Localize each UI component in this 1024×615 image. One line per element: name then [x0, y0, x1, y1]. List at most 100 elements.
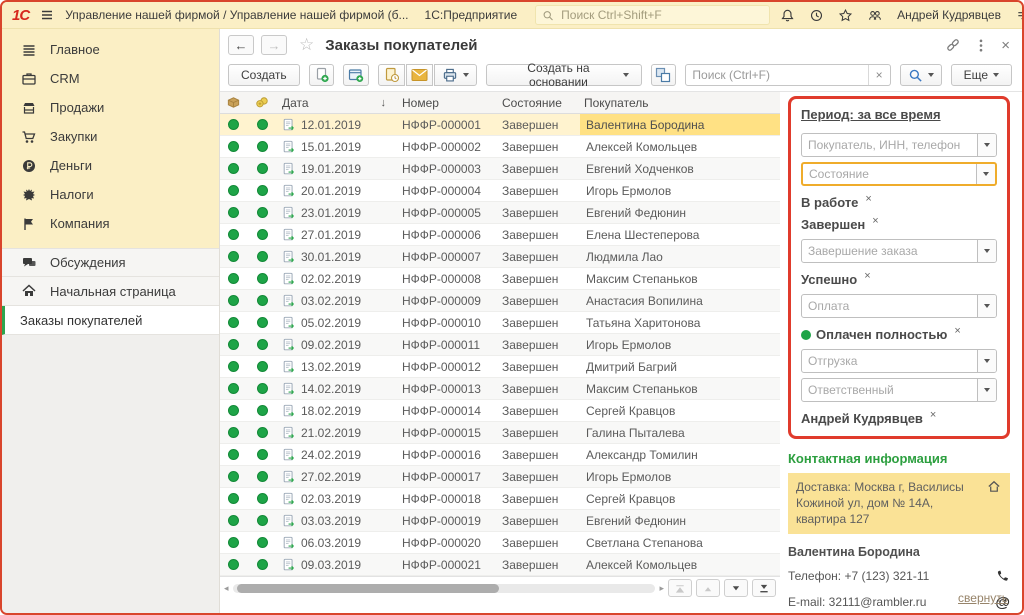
favorite-star-icon[interactable]: ☆: [299, 35, 314, 55]
scrollbar-thumb[interactable]: [237, 584, 499, 593]
favorites-star-icon[interactable]: [838, 8, 853, 23]
global-search-field[interactable]: [535, 5, 770, 25]
go-to-end-button[interactable]: [752, 579, 776, 597]
table-row[interactable]: 27.02.2019 НФФР-000017 Завершен Игорь Ер…: [220, 466, 780, 488]
row-state: Завершен: [498, 426, 580, 440]
dropdown-caret-icon: [984, 143, 990, 147]
send-email-button[interactable]: [406, 64, 433, 86]
new-window-button[interactable]: [343, 64, 369, 86]
phone-icon[interactable]: [995, 569, 1010, 584]
back-button[interactable]: ←: [228, 35, 254, 55]
sidebar-item-dengi[interactable]: Деньги: [2, 151, 219, 180]
collapse-link[interactable]: свернуть: [958, 591, 1008, 605]
clear-search-icon[interactable]: ×: [868, 65, 890, 85]
sidebar-item-customer-orders[interactable]: Заказы покупателей: [2, 306, 219, 335]
filter-tag-finished: Завершен ×: [801, 217, 997, 232]
shipment-dropdown-button[interactable]: [977, 350, 996, 372]
sidebar-item-glavnoe[interactable]: Главное: [2, 35, 219, 64]
sidebar-item-prodazhi[interactable]: Продажи: [2, 93, 219, 122]
table-row[interactable]: 03.03.2019 НФФР-000019 Завершен Евгений …: [220, 510, 780, 532]
list-search-input[interactable]: [686, 68, 867, 82]
more-dots-icon[interactable]: [979, 38, 983, 53]
table-row[interactable]: 14.02.2019 НФФР-000013 Завершен Максим С…: [220, 378, 780, 400]
state-column-header[interactable]: Состояние: [498, 96, 580, 110]
service-settings-icon[interactable]: [1015, 8, 1024, 23]
sidebar-item-nalogi[interactable]: Налоги: [2, 180, 219, 209]
responsible-dropdown-button[interactable]: [977, 379, 996, 401]
horizontal-scrollbar[interactable]: [233, 584, 656, 593]
history-icon[interactable]: [809, 8, 824, 23]
sidebar-item-home-page[interactable]: Начальная страница: [2, 277, 219, 306]
print-button[interactable]: [434, 64, 477, 86]
table-row[interactable]: 03.02.2019 НФФР-000009 Завершен Анастаси…: [220, 290, 780, 312]
global-search-input[interactable]: [559, 7, 763, 23]
table-row[interactable]: 19.01.2019 НФФР-000003 Завершен Евгений …: [220, 158, 780, 180]
get-link-icon[interactable]: [945, 37, 961, 53]
create-based-on-button[interactable]: Создать на основании: [486, 64, 641, 86]
payment-filter-input[interactable]: [802, 295, 977, 317]
delivery-address-box[interactable]: Доставка: Москва г, Василисы Кожиной ул,…: [788, 473, 1010, 534]
customer-dropdown-button[interactable]: [977, 134, 996, 156]
shipment-filter-input[interactable]: [802, 350, 977, 372]
payment-status-dot: [246, 361, 278, 372]
related-documents-button[interactable]: [651, 64, 677, 86]
responsible-filter-input[interactable]: [802, 379, 977, 401]
table-row[interactable]: 23.01.2019 НФФР-000005 Завершен Евгений …: [220, 202, 780, 224]
close-form-icon[interactable]: ×: [1001, 37, 1010, 54]
table-row[interactable]: 09.03.2019 НФФР-000021 Завершен Алексей …: [220, 554, 780, 576]
current-user-name[interactable]: Андрей Кудрявцев: [897, 8, 1001, 22]
sidebar-item-discussions[interactable]: Обсуждения: [2, 248, 219, 277]
table-row[interactable]: 06.03.2019 НФФР-000020 Завершен Светлана…: [220, 532, 780, 554]
scroll-left-icon[interactable]: ◂: [224, 583, 229, 594]
copy-create-button[interactable]: [309, 64, 335, 86]
table-row[interactable]: 27.01.2019 НФФР-000006 Завершен Елена Ше…: [220, 224, 780, 246]
table-row[interactable]: 09.02.2019 НФФР-000011 Завершен Игорь Ер…: [220, 334, 780, 356]
table-row[interactable]: 02.03.2019 НФФР-000018 Завершен Сергей К…: [220, 488, 780, 510]
table-row[interactable]: 21.02.2019 НФФР-000015 Завершен Галина П…: [220, 422, 780, 444]
go-to-top-button[interactable]: [668, 579, 692, 597]
table-row[interactable]: 12.01.2019 НФФР-000001 Завершен Валентин…: [220, 114, 780, 136]
shipment-column-header[interactable]: [220, 95, 246, 110]
table-row[interactable]: 13.02.2019 НФФР-000012 Завершен Дмитрий …: [220, 356, 780, 378]
state-filter-input[interactable]: [803, 164, 976, 184]
remove-tag-icon[interactable]: ×: [865, 193, 871, 205]
scroll-right-icon[interactable]: ▸: [659, 583, 664, 594]
table-row[interactable]: 24.02.2019 НФФР-000016 Завершен Александ…: [220, 444, 780, 466]
table-row[interactable]: 05.02.2019 НФФР-000010 Завершен Татьяна …: [220, 312, 780, 334]
date-column-header[interactable]: Дата ↓: [278, 96, 398, 110]
remove-tag-icon[interactable]: ×: [930, 409, 936, 421]
more-button[interactable]: Еще: [951, 64, 1012, 86]
create-button[interactable]: Создать: [228, 64, 300, 86]
main-menu-hamburger-icon[interactable]: [39, 7, 55, 23]
remove-tag-icon[interactable]: ×: [954, 325, 960, 337]
customer-column-header[interactable]: Покупатель: [580, 96, 780, 110]
sort-descending-icon: ↓: [381, 97, 387, 109]
remove-tag-icon[interactable]: ×: [864, 270, 870, 282]
notifications-bell-icon[interactable]: [780, 8, 795, 23]
customer-filter-input[interactable]: [802, 134, 977, 156]
sidebar-item-zakupki[interactable]: Закупки: [2, 122, 219, 151]
table-row[interactable]: 30.01.2019 НФФР-000007 Завершен Людмила …: [220, 246, 780, 268]
completion-dropdown-button[interactable]: [977, 240, 996, 262]
users-icon[interactable]: [867, 8, 883, 23]
payment-column-header[interactable]: [246, 95, 278, 110]
state-dropdown-button[interactable]: [976, 164, 995, 184]
payment-dropdown-button[interactable]: [977, 295, 996, 317]
table-row[interactable]: 15.01.2019 НФФР-000002 Завершен Алексей …: [220, 136, 780, 158]
sidebar-item-kompaniya[interactable]: Компания: [2, 209, 219, 238]
search-settings-button[interactable]: [900, 64, 942, 86]
list-search-field[interactable]: ×: [685, 64, 890, 86]
previous-page-button[interactable]: [696, 579, 720, 597]
period-link[interactable]: Период: за все время: [801, 107, 941, 122]
completion-filter-input[interactable]: [802, 240, 977, 262]
table-row[interactable]: 20.01.2019 НФФР-000004 Завершен Игорь Ер…: [220, 180, 780, 202]
table-row[interactable]: 02.02.2019 НФФР-000008 Завершен Максим С…: [220, 268, 780, 290]
number-column-header[interactable]: Номер: [398, 96, 498, 110]
forward-button[interactable]: →: [261, 35, 287, 55]
next-page-button[interactable]: [724, 579, 748, 597]
shipment-status-dot: [220, 229, 246, 240]
remove-tag-icon[interactable]: ×: [872, 215, 878, 227]
sidebar-item-crm[interactable]: CRM: [2, 64, 219, 93]
event-document-button[interactable]: [378, 64, 405, 86]
table-row[interactable]: 18.02.2019 НФФР-000014 Завершен Сергей К…: [220, 400, 780, 422]
